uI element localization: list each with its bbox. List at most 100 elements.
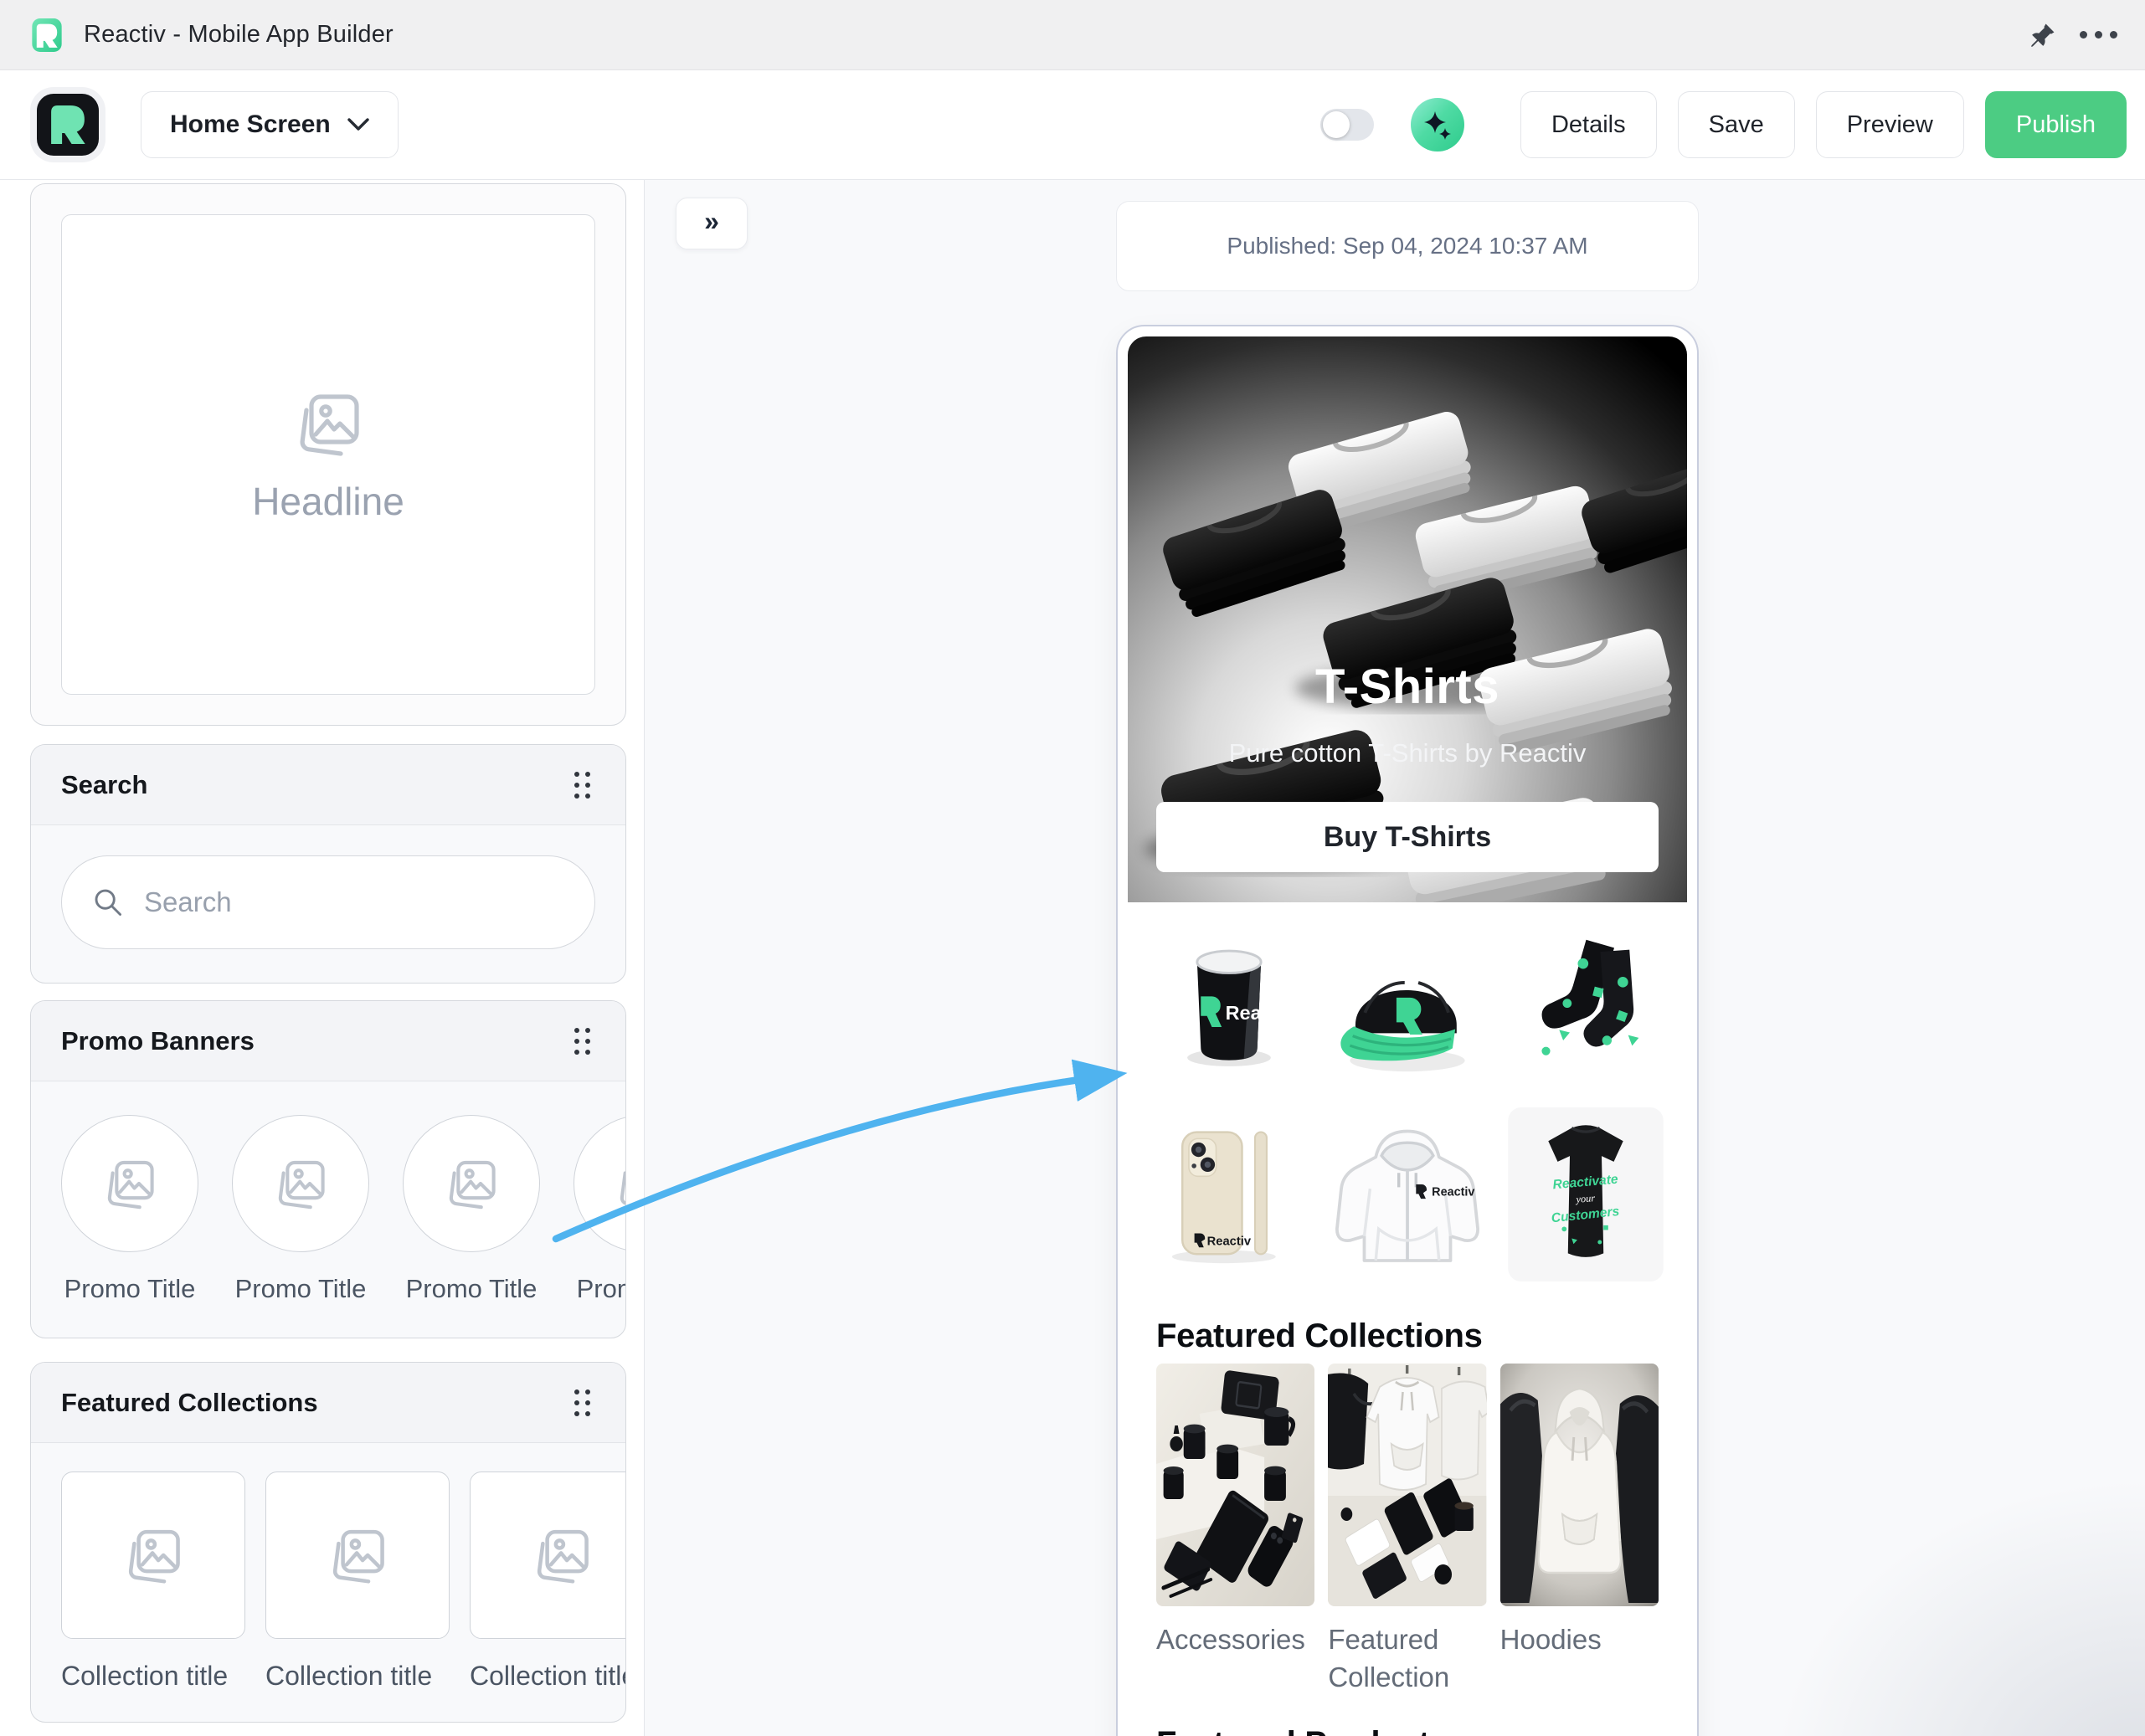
published-timestamp: Published: Sep 04, 2024 10:37 AM — [1227, 233, 1587, 259]
pin-icon[interactable] — [2024, 17, 2061, 54]
phone-preview-frame: T-Shirts Pure cotton T-Shirts by Reactiv… — [1116, 325, 1699, 1736]
promo-item: Promo Title — [403, 1115, 540, 1304]
collection-item: Collection title — [61, 1471, 245, 1692]
image-placeholder-icon — [439, 1153, 504, 1214]
promo-item: Promo Title — [232, 1115, 369, 1304]
promo-item-label: Promo Title — [64, 1274, 196, 1304]
corner-glow — [1760, 1468, 2145, 1736]
collection-image-placeholder — [265, 1471, 450, 1639]
collections-block-title: Featured Collections — [61, 1388, 318, 1418]
app-window: Reactiv - Mobile App Builder Home Screen — [0, 0, 2145, 1736]
chevron-down-icon — [347, 118, 369, 131]
collection-label-hoodies: Hoodies — [1500, 1621, 1659, 1702]
image-placeholder-icon — [117, 1522, 189, 1589]
hero-overlay: T-Shirts Pure cotton T-Shirts by Reactiv… — [1128, 659, 1687, 902]
promo-item: Promo Title — [61, 1115, 198, 1304]
search-input[interactable] — [61, 855, 595, 949]
image-placeholder-icon — [321, 1522, 394, 1589]
promo-block-header: Promo Banners — [31, 1001, 625, 1081]
collection-image-accessories[interactable] — [1156, 1364, 1314, 1606]
hero-subtitle: Pure cotton T-Shirts by Reactiv — [1128, 738, 1687, 768]
sparkle-icon — [1421, 108, 1454, 141]
promo-item-label: Promo Title — [577, 1274, 626, 1304]
collection-image-placeholder — [61, 1471, 245, 1639]
mug-brand-text: Reactiv — [1225, 1002, 1294, 1024]
ai-toggle[interactable] — [1320, 109, 1374, 141]
ai-assistant-button[interactable] — [1411, 98, 1464, 152]
promo-image-placeholder — [574, 1115, 626, 1252]
titlebar: Reactiv - Mobile App Builder — [0, 0, 2145, 70]
published-status-bar: Published: Sep 04, 2024 10:37 AM — [1116, 201, 1699, 291]
sidebar-collapse-button[interactable]: » — [676, 198, 748, 249]
preview-button[interactable]: Preview — [1816, 91, 1964, 158]
search-block-title: Search — [61, 770, 147, 800]
featured-collections-block[interactable]: Featured Collections Collection title — [30, 1362, 626, 1723]
phone-featured-collections-title: Featured Collections — [1156, 1317, 1687, 1355]
hoodie-brand-text: Reactiv — [1432, 1186, 1474, 1199]
double-chevron-right-icon: » — [704, 206, 719, 237]
drag-handle-icon[interactable] — [569, 767, 595, 804]
headline-label: Headline — [252, 479, 404, 524]
phone-screen: T-Shirts Pure cotton T-Shirts by Reactiv… — [1128, 336, 1687, 1736]
hero-banner: T-Shirts Pure cotton T-Shirts by Reactiv… — [1128, 336, 1687, 902]
phone-featured-products-title: Featured Products — [1156, 1725, 1687, 1736]
collection-item: Collection title — [470, 1471, 626, 1692]
reactiv-logo — [30, 18, 64, 52]
case-brand-text: Reactiv — [1206, 1235, 1251, 1248]
collection-item-label: Collection title — [61, 1661, 245, 1692]
phone-collections-row — [1156, 1364, 1659, 1606]
collections-block-header: Featured Collections — [31, 1363, 625, 1443]
product-image-socks[interactable] — [1497, 916, 1675, 1102]
promo-image-placeholder — [403, 1115, 540, 1252]
search-icon — [92, 886, 124, 918]
drag-handle-icon[interactable] — [569, 1384, 595, 1421]
preview-canvas: » Published: Sep 04, 2024 10:37 AM — [645, 180, 2145, 1736]
collection-item: Collection title — [265, 1471, 450, 1692]
promo-image-placeholder — [61, 1115, 198, 1252]
promo-items-row: Promo Title Promo Title Promo Title — [31, 1081, 625, 1338]
collection-items-row: Collection title Collection title Collec… — [31, 1443, 625, 1722]
image-placeholder-icon — [268, 1153, 333, 1214]
phone-collection-labels: Accessories Featured Collection Hoodies — [1156, 1621, 1659, 1702]
search-block[interactable]: Search — [30, 744, 626, 984]
promo-image-placeholder — [232, 1115, 369, 1252]
app-logo — [37, 94, 99, 156]
product-image-tshirt[interactable]: Reactivate your Customers — [1497, 1102, 1675, 1287]
promo-item-label: Promo Title — [406, 1274, 538, 1304]
image-placeholder-icon — [97, 1153, 162, 1214]
ellipsis-icon[interactable] — [2080, 17, 2117, 54]
search-block-body — [31, 825, 625, 983]
search-field[interactable] — [144, 886, 512, 918]
promo-item-label: Promo Title — [235, 1274, 367, 1304]
drag-handle-icon[interactable] — [569, 1023, 595, 1060]
tshirt-print-line2: your — [1574, 1192, 1596, 1205]
promo-item: Promo Title — [574, 1115, 626, 1304]
product-image-hoodie[interactable]: Reactiv — [1318, 1102, 1496, 1287]
collection-image-hoodies[interactable] — [1500, 1364, 1659, 1606]
product-image-phone-case[interactable]: Reactiv — [1139, 1102, 1318, 1287]
collection-item-label: Collection title — [265, 1661, 450, 1692]
collection-image-featured[interactable] — [1328, 1364, 1486, 1606]
collection-item-label: Collection title — [470, 1661, 626, 1692]
details-button[interactable]: Details — [1520, 91, 1657, 158]
image-placeholder-icon — [526, 1522, 598, 1589]
screen-selector-dropdown[interactable]: Home Screen — [141, 91, 399, 158]
main-area: Headline Search — [0, 180, 2145, 1736]
window-title: Reactiv - Mobile App Builder — [84, 21, 394, 49]
toolbar: Home Screen Details Save Preview Publish — [0, 70, 2145, 180]
collection-label-accessories: Accessories — [1156, 1621, 1314, 1702]
image-placeholder-icon — [285, 385, 372, 462]
save-button[interactable]: Save — [1678, 91, 1795, 158]
headline-placeholder: Headline — [61, 214, 595, 695]
buy-tshirts-button[interactable]: Buy T-Shirts — [1156, 802, 1659, 872]
hero-title: T-Shirts — [1128, 659, 1687, 715]
product-image-cap[interactable] — [1318, 916, 1496, 1102]
collection-label-featured: Featured Collection — [1328, 1621, 1486, 1702]
publish-button[interactable]: Publish — [1985, 91, 2127, 158]
search-block-header: Search — [31, 745, 625, 825]
collection-image-placeholder — [470, 1471, 626, 1639]
product-image-mug[interactable]: Reactiv — [1139, 916, 1318, 1102]
promo-banners-block[interactable]: Promo Banners Promo Title Promo — [30, 1000, 626, 1338]
promo-block-title: Promo Banners — [61, 1026, 255, 1056]
headline-block[interactable]: Headline — [30, 183, 626, 726]
